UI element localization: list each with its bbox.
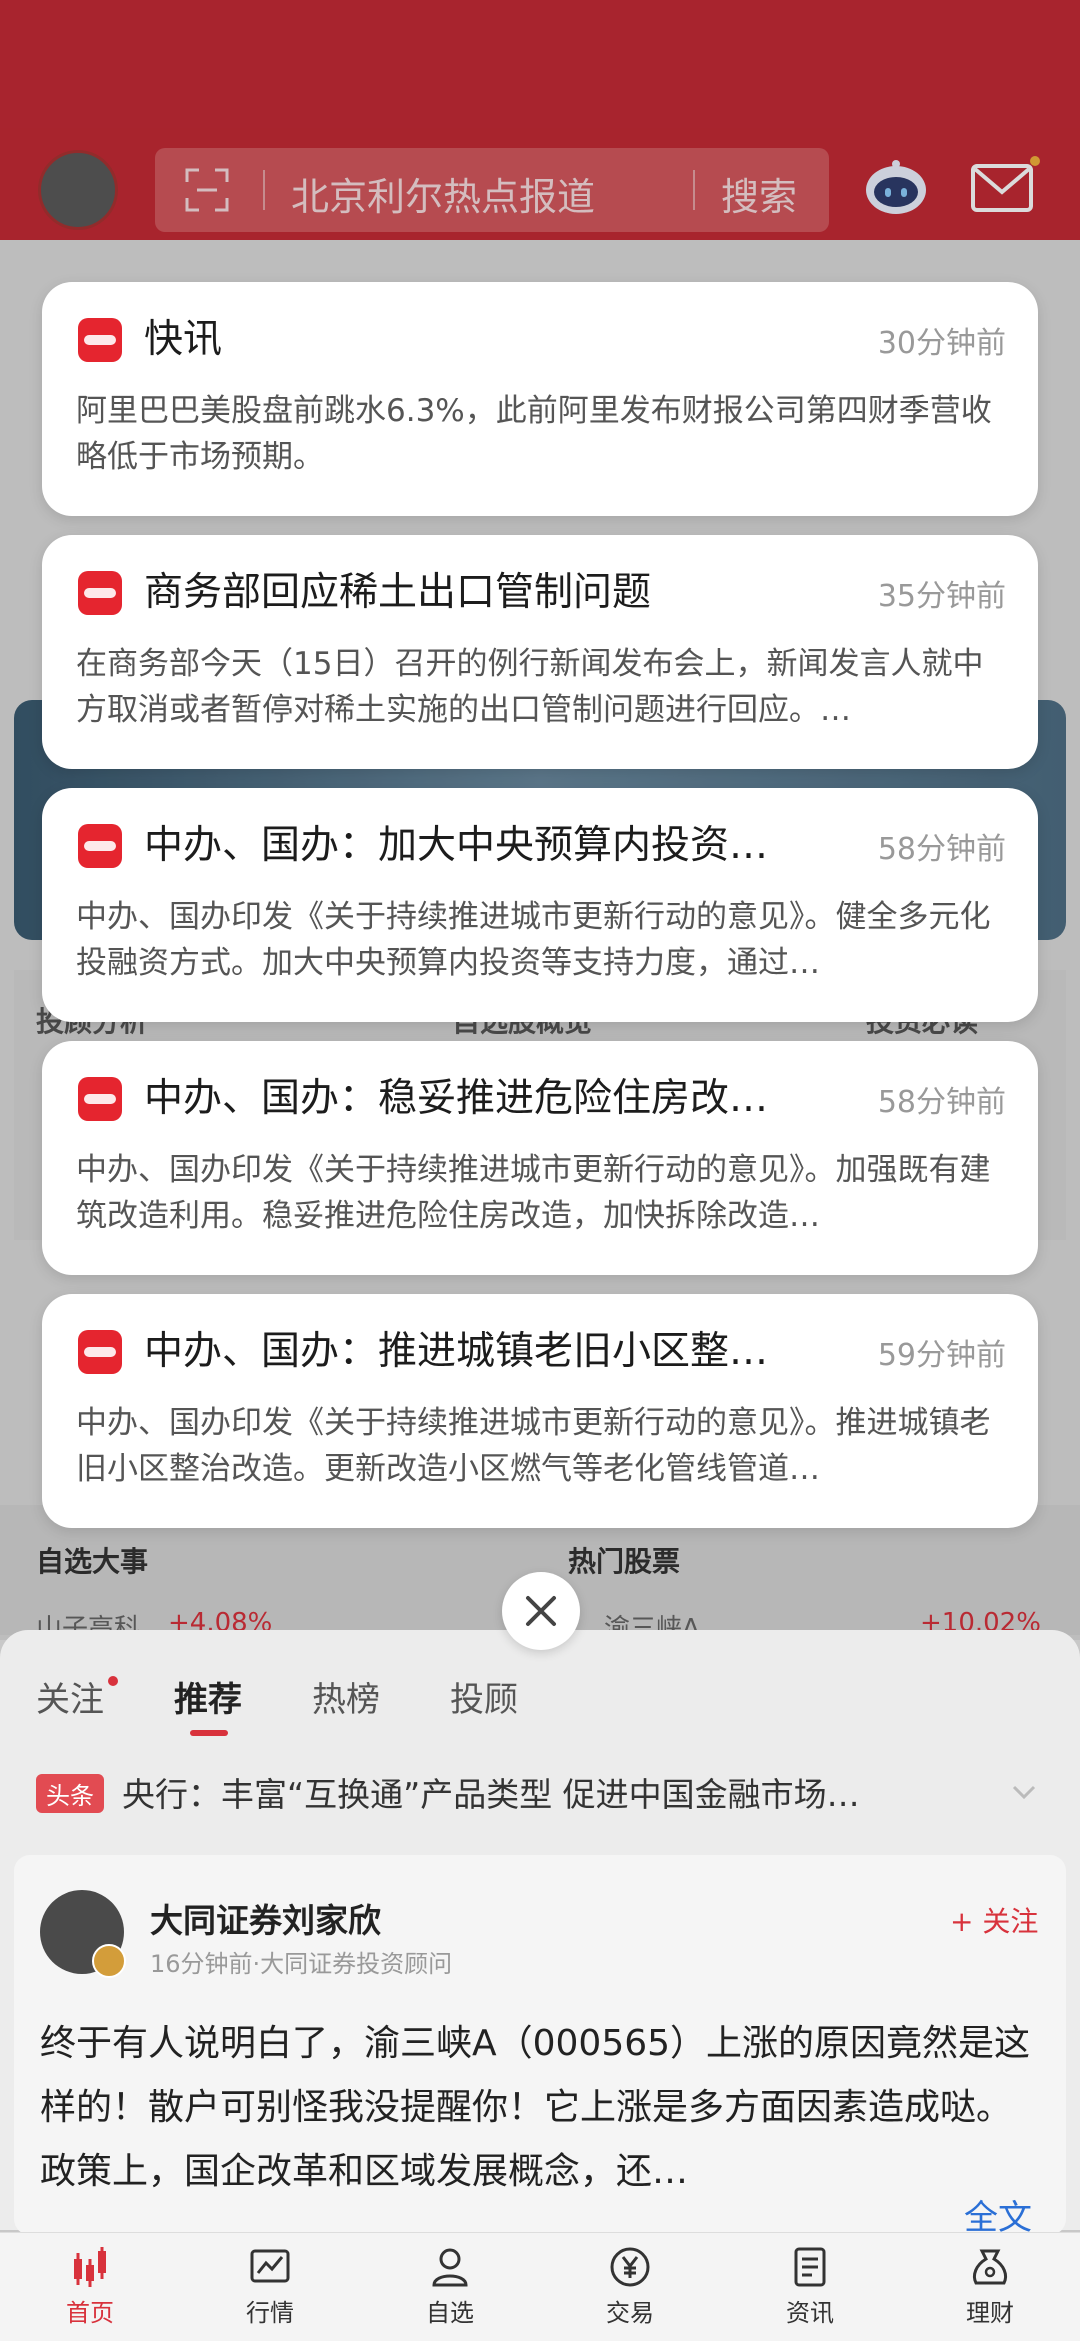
feed-tabs: 关注 推荐 热榜 投顾 [0, 1660, 1080, 1740]
news-notification[interactable]: 中办、国办：加大中央预算内投资… 58分钟前 中办、国办印发《关于持续推进城市更… [42, 788, 1038, 1022]
headline-badge: 头条 [36, 1774, 104, 1813]
nav-home[interactable]: 首页 [30, 2245, 150, 2335]
nav-market[interactable]: 行情 [210, 2245, 330, 2335]
app-news-icon [78, 824, 122, 868]
nav-label: 行情 [246, 2299, 294, 2327]
notification-time: 35分钟前 [877, 579, 1006, 614]
tab-recommended[interactable]: 推荐 [174, 1672, 242, 1721]
nav-trade[interactable]: 交易 [570, 2245, 690, 2335]
nav-watchlist[interactable]: 自选 [390, 2245, 510, 2335]
notification-title: 中办、国办：加大中央预算内投资… [144, 823, 769, 868]
notification-time: 58分钟前 [877, 1085, 1006, 1120]
person-icon [432, 2248, 468, 2287]
candlestick-icon [74, 2247, 106, 2287]
follow-button[interactable]: + 关注 [950, 1900, 1038, 1940]
news-notification[interactable]: 中办、国办：稳妥推进危险住房改… 58分钟前 中办、国办印发《关于持续推进城市更… [42, 1041, 1038, 1275]
nav-news[interactable]: 资讯 [750, 2245, 870, 2335]
yuan-icon [610, 2247, 650, 2287]
nav-wealth[interactable]: 理财 [930, 2245, 1050, 2335]
nav-label: 交易 [606, 2299, 654, 2327]
app-news-icon [78, 1077, 122, 1121]
active-tab-indicator [190, 1730, 228, 1736]
app-news-icon [78, 571, 122, 615]
notification-body: 阿里巴巴美股盘前跳水6.3%，此前阿里发布财报公司第四财季营收略低于市场预期。 [76, 393, 992, 475]
chevron-down-icon[interactable] [1010, 1778, 1038, 1806]
post-meta: 16分钟前·大同证券投资顾问 [150, 1950, 453, 1978]
nav-label: 自选 [426, 2299, 474, 2327]
tab-follow[interactable]: 关注 [36, 1672, 104, 1721]
news-notification[interactable]: 快讯 30分钟前 阿里巴巴美股盘前跳水6.3%，此前阿里发布财报公司第四财季营收… [42, 282, 1038, 516]
notification-title: 快讯 [144, 317, 223, 362]
app-news-icon [78, 1330, 122, 1374]
verified-badge-icon [92, 1944, 126, 1978]
close-icon [526, 1596, 556, 1626]
notification-body: 中办、国办印发《关于持续推进城市更新行动的意见》。推进城镇老旧小区整治改造。更新… [76, 1405, 991, 1487]
tab-advisors[interactable]: 投顾 [450, 1672, 518, 1721]
money-bag-icon [972, 2249, 1008, 2285]
chart-icon [250, 2249, 290, 2283]
notification-body: 中办、国办印发《关于持续推进城市更新行动的意见》。加强既有建筑改造利用。稳妥推进… [76, 1152, 991, 1234]
document-icon [794, 2247, 826, 2287]
notification-title: 商务部回应稀土出口管制问题 [144, 570, 652, 615]
app-news-icon [78, 318, 122, 362]
nav-label: 资讯 [786, 2299, 834, 2327]
notification-title: 中办、国办：稳妥推进危险住房改… [144, 1076, 769, 1121]
notification-body: 在商务部今天（15日）召开的例行新闻发布会上，新闻发言人就中方取消或者暂停对稀土… [76, 646, 984, 728]
news-notification[interactable]: 中办、国办：推进城镇老旧小区整… 59分钟前 中办、国办印发《关于持续推进城市更… [42, 1294, 1038, 1528]
notification-title: 中办、国办：推进城镇老旧小区整… [144, 1329, 769, 1374]
bottom-nav: 首页 行情 自选 交易 资讯 理财 [0, 2232, 1080, 2341]
notification-time: 30分钟前 [877, 326, 1006, 361]
nav-label: 理财 [966, 2299, 1014, 2327]
tab-unread-dot [108, 1676, 118, 1686]
post-text[interactable]: 终于有人说明白了，渝三峡A（000565）上涨的原因竟然是这样的！散户可别怪我没… [40, 2012, 1040, 2222]
notification-body: 中办、国办印发《关于持续推进城市更新行动的意见》。健全多元化投融资方式。加大中央… [76, 899, 991, 981]
notification-time: 59分钟前 [877, 1338, 1006, 1373]
headline-text[interactable]: 央行：丰富“互换通”产品类型 促进中国金融市场… [122, 1768, 942, 1816]
notification-time: 58分钟前 [877, 832, 1006, 867]
close-notifications-button[interactable] [502, 1572, 580, 1650]
post-author[interactable]: 大同证券刘家欣 [150, 1894, 381, 1942]
headline-row[interactable]: 头条 央行：丰富“互换通”产品类型 促进中国金融市场… [0, 1760, 1080, 1840]
news-notification[interactable]: 商务部回应稀土出口管制问题 35分钟前 在商务部今天（15日）召开的例行新闻发布… [42, 535, 1038, 769]
tab-hot-list[interactable]: 热榜 [312, 1672, 380, 1721]
nav-label: 首页 [66, 2299, 114, 2327]
